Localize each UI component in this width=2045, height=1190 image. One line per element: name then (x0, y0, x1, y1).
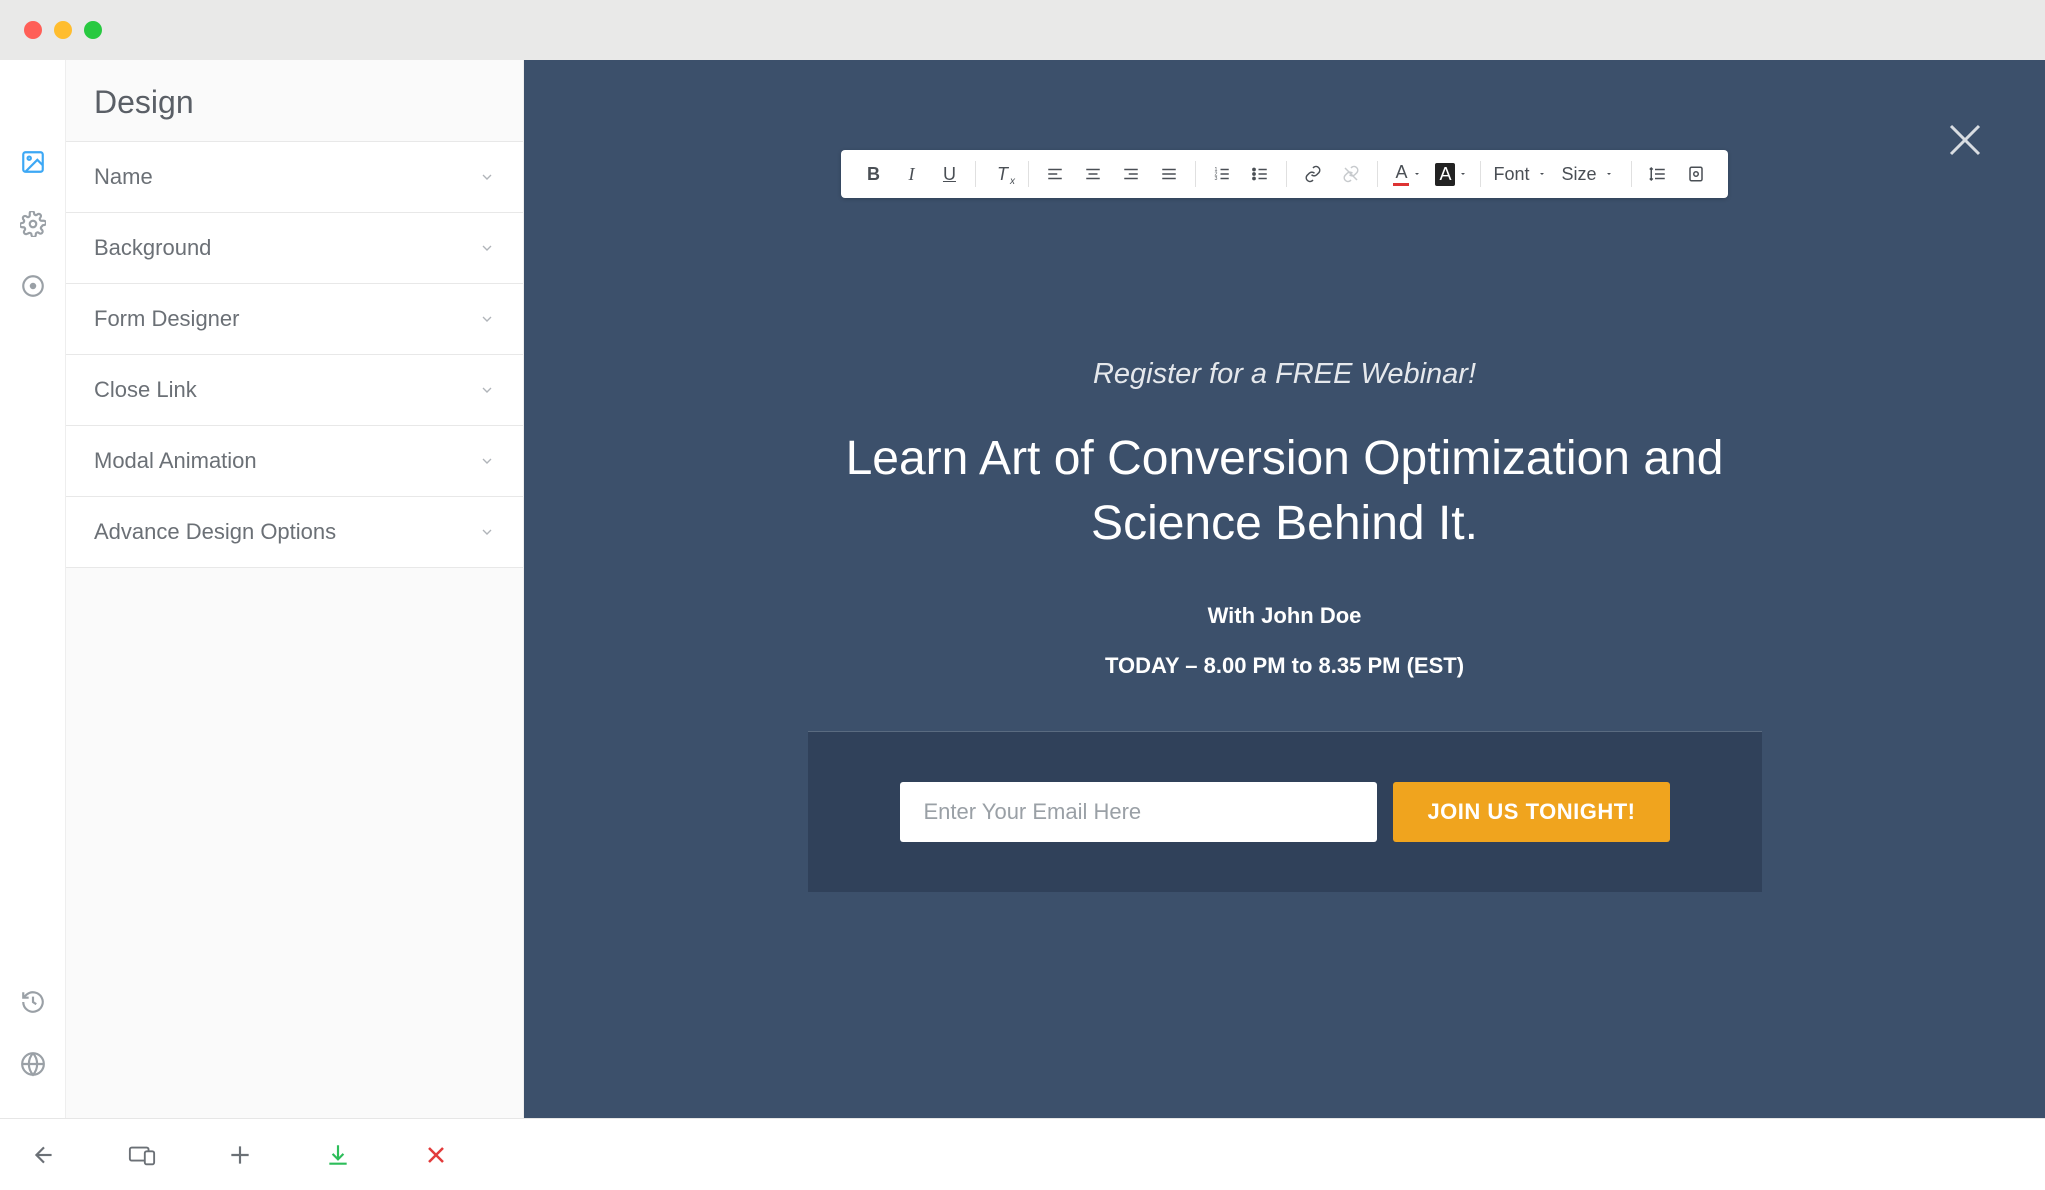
unordered-list-button[interactable] (1242, 156, 1278, 192)
align-center-button[interactable] (1075, 156, 1111, 192)
download-icon[interactable] (324, 1141, 352, 1169)
unlink-button[interactable] (1333, 156, 1369, 192)
clear-format-button[interactable]: Tx (984, 156, 1020, 192)
chevron-down-icon (479, 169, 495, 185)
chevron-down-icon (479, 382, 495, 398)
traffic-light-close[interactable] (24, 21, 42, 39)
separator (1028, 161, 1029, 187)
bg-color-button[interactable]: A (1430, 156, 1472, 192)
separator (1480, 161, 1481, 187)
separator (975, 161, 976, 187)
canvas-preview: B I U Tx (524, 60, 2045, 1118)
bold-button[interactable]: B (855, 156, 891, 192)
text-color-button[interactable]: A (1386, 156, 1428, 192)
align-right-button[interactable] (1113, 156, 1149, 192)
history-icon[interactable] (19, 988, 47, 1016)
font-dropdown-label: Font (1493, 164, 1529, 185)
accordion-form-designer[interactable]: Form Designer (66, 283, 523, 354)
modal-pretitle[interactable]: Register for a FREE Webinar! (808, 358, 1762, 391)
sidebar-title: Design (66, 60, 523, 141)
bottom-toolbar (0, 1118, 2045, 1190)
chevron-down-icon (479, 240, 495, 256)
size-dropdown[interactable]: Size (1558, 164, 1623, 185)
accordion-label: Background (94, 235, 211, 261)
email-input[interactable] (900, 782, 1378, 842)
traffic-light-minimize[interactable] (54, 21, 72, 39)
separator (1631, 161, 1632, 187)
accordion-label: Close Link (94, 377, 197, 403)
accordion-label: Form Designer (94, 306, 239, 332)
rte-toolbar: B I U Tx (841, 150, 1727, 198)
modal-content: Register for a FREE Webinar! Learn Art o… (808, 358, 1762, 892)
modal-presenter[interactable]: With John Doe (808, 603, 1762, 629)
accordion-background[interactable]: Background (66, 212, 523, 283)
target-icon[interactable] (19, 272, 47, 300)
ordered-list-button[interactable]: 123 (1204, 156, 1240, 192)
close-icon[interactable] (1941, 116, 1989, 164)
add-icon[interactable] (226, 1141, 254, 1169)
globe-icon[interactable] (19, 1050, 47, 1078)
align-left-button[interactable] (1037, 156, 1073, 192)
link-button[interactable] (1295, 156, 1331, 192)
underline-button[interactable]: U (931, 156, 967, 192)
accordion-label: Advance Design Options (94, 519, 336, 545)
chevron-down-icon (479, 453, 495, 469)
font-dropdown[interactable]: Font (1489, 164, 1555, 185)
separator (1195, 161, 1196, 187)
modal-schedule[interactable]: TODAY – 8.00 PM to 8.35 PM (EST) (808, 653, 1762, 679)
delete-icon[interactable] (422, 1141, 450, 1169)
align-justify-button[interactable] (1151, 156, 1187, 192)
window-titlebar (0, 0, 2045, 60)
chevron-down-icon (479, 524, 495, 540)
modal-title[interactable]: Learn Art of Conversion Optimization and… (808, 427, 1762, 557)
accordion-modal-animation[interactable]: Modal Animation (66, 425, 523, 496)
devices-icon[interactable] (128, 1141, 156, 1169)
back-arrow-icon[interactable] (30, 1141, 58, 1169)
separator (1286, 161, 1287, 187)
accordion-label: Modal Animation (94, 448, 257, 474)
svg-text:3: 3 (1215, 176, 1218, 182)
chevron-down-icon (479, 311, 495, 327)
accordion-close-link[interactable]: Close Link (66, 354, 523, 425)
italic-button[interactable]: I (893, 156, 929, 192)
accordion-name[interactable]: Name (66, 141, 523, 212)
accordion-label: Name (94, 164, 153, 190)
size-dropdown-label: Size (1562, 164, 1597, 185)
design-sidebar: Design Name Background Form Designer (66, 60, 524, 1118)
separator (1377, 161, 1378, 187)
image-icon[interactable] (19, 148, 47, 176)
traffic-light-zoom[interactable] (84, 21, 102, 39)
left-icon-rail (0, 60, 66, 1118)
join-button[interactable]: JOIN US TONIGHT! (1393, 782, 1669, 842)
accordion-advance-design-options[interactable]: Advance Design Options (66, 496, 523, 568)
line-height-button[interactable] (1640, 156, 1676, 192)
source-button[interactable] (1678, 156, 1714, 192)
signup-form: JOIN US TONIGHT! (808, 731, 1762, 892)
gear-icon[interactable] (19, 210, 47, 238)
